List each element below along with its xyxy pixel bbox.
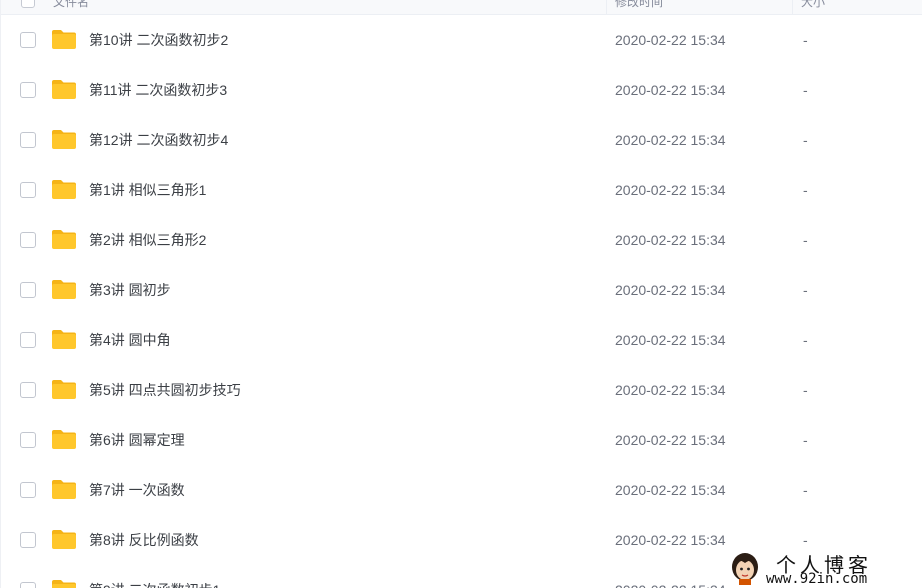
file-modified-date: 2020-02-22 15:34 [615, 532, 726, 548]
file-modified-date: 2020-02-22 15:34 [615, 282, 726, 298]
folder-icon [52, 480, 76, 499]
file-size: - [803, 282, 808, 298]
file-name[interactable]: 第1讲 相似三角形1 [89, 165, 206, 215]
column-header-date-label: 修改时间 [615, 0, 664, 9]
column-header-name[interactable]: 文件名 [1, 0, 607, 14]
row-checkbox[interactable] [20, 282, 36, 298]
folder-icon [52, 380, 76, 399]
file-row[interactable]: 第12讲 二次函数初步4 2020-02-22 15:34 - [1, 115, 922, 165]
row-checkbox[interactable] [20, 132, 36, 148]
file-size: - [803, 332, 808, 348]
file-name[interactable]: 第3讲 圆初步 [89, 265, 171, 315]
file-rows: 第10讲 二次函数初步2 2020-02-22 15:34 - 第11讲 二次函… [1, 15, 922, 588]
watermark-url: www.92in.com [766, 571, 868, 587]
file-modified-date: 2020-02-22 15:34 [615, 232, 726, 248]
file-row[interactable]: 第1讲 相似三角形1 2020-02-22 15:34 - [1, 165, 922, 215]
row-checkbox[interactable] [20, 332, 36, 348]
row-checkbox[interactable] [20, 32, 36, 48]
file-modified-date: 2020-02-22 15:34 [615, 432, 726, 448]
file-size: - [803, 382, 808, 398]
watermark: 个人博客 www.92in.com [726, 548, 922, 588]
file-list: 文件名 修改时间 大小 第10讲 二次函数初步2 2020-02-22 15:3… [0, 0, 922, 588]
row-checkbox[interactable] [20, 232, 36, 248]
folder-icon [52, 530, 76, 549]
row-checkbox[interactable] [20, 532, 36, 548]
file-name[interactable]: 第11讲 二次函数初步3 [89, 65, 227, 115]
column-header-date[interactable]: 修改时间 [607, 0, 793, 14]
row-checkbox[interactable] [20, 432, 36, 448]
select-all-checkbox[interactable] [21, 0, 35, 8]
folder-icon [52, 180, 76, 199]
file-name[interactable]: 第10讲 二次函数初步2 [89, 15, 228, 65]
column-header-size-label: 大小 [801, 0, 826, 9]
row-checkbox[interactable] [20, 582, 36, 588]
file-row[interactable]: 第3讲 圆初步 2020-02-22 15:34 - [1, 265, 922, 315]
column-header-name-label: 文件名 [53, 0, 90, 9]
row-checkbox[interactable] [20, 82, 36, 98]
file-row[interactable]: 第7讲 一次函数 2020-02-22 15:34 - [1, 465, 922, 515]
file-modified-date: 2020-02-22 15:34 [615, 82, 726, 98]
file-name[interactable]: 第8讲 反比例函数 [89, 515, 199, 565]
folder-icon [52, 430, 76, 449]
file-row[interactable]: 第5讲 四点共圆初步技巧 2020-02-22 15:34 - [1, 365, 922, 415]
file-size: - [803, 232, 808, 248]
watermark-avatar-icon [732, 553, 758, 585]
file-row[interactable]: 第4讲 圆中角 2020-02-22 15:34 - [1, 315, 922, 365]
file-name[interactable]: 第9讲 二次函数初步1 [89, 565, 220, 588]
file-name[interactable]: 第5讲 四点共圆初步技巧 [89, 365, 241, 415]
file-modified-date: 2020-02-22 15:34 [615, 182, 726, 198]
file-name[interactable]: 第12讲 二次函数初步4 [89, 115, 228, 165]
file-modified-date: 2020-02-22 15:34 [615, 132, 726, 148]
file-size: - [803, 182, 808, 198]
file-modified-date: 2020-02-22 15:34 [615, 32, 726, 48]
file-size: - [803, 432, 808, 448]
file-row[interactable]: 第11讲 二次函数初步3 2020-02-22 15:34 - [1, 65, 922, 115]
file-size: - [803, 132, 808, 148]
file-name[interactable]: 第2讲 相似三角形2 [89, 215, 206, 265]
folder-icon [52, 130, 76, 149]
file-row[interactable]: 第6讲 圆幂定理 2020-02-22 15:34 - [1, 415, 922, 465]
file-name[interactable]: 第4讲 圆中角 [89, 315, 171, 365]
file-row[interactable]: 第2讲 相似三角形2 2020-02-22 15:34 - [1, 215, 922, 265]
row-checkbox[interactable] [20, 382, 36, 398]
file-list-header: 文件名 修改时间 大小 [1, 0, 922, 15]
folder-icon [52, 230, 76, 249]
folder-icon [52, 280, 76, 299]
file-modified-date: 2020-02-22 15:34 [615, 565, 726, 588]
row-checkbox[interactable] [20, 182, 36, 198]
file-size: - [803, 82, 808, 98]
folder-icon [52, 580, 76, 588]
folder-icon [52, 330, 76, 349]
file-modified-date: 2020-02-22 15:34 [615, 382, 726, 398]
file-modified-date: 2020-02-22 15:34 [615, 482, 726, 498]
file-size: - [803, 482, 808, 498]
file-modified-date: 2020-02-22 15:34 [615, 332, 726, 348]
folder-icon [52, 30, 76, 49]
folder-icon [52, 80, 76, 99]
row-checkbox[interactable] [20, 482, 36, 498]
file-size: - [803, 32, 808, 48]
file-name[interactable]: 第6讲 圆幂定理 [89, 415, 185, 465]
file-row[interactable]: 第10讲 二次函数初步2 2020-02-22 15:34 - [1, 15, 922, 65]
file-name[interactable]: 第7讲 一次函数 [89, 465, 185, 515]
column-header-size[interactable]: 大小 [793, 0, 922, 14]
